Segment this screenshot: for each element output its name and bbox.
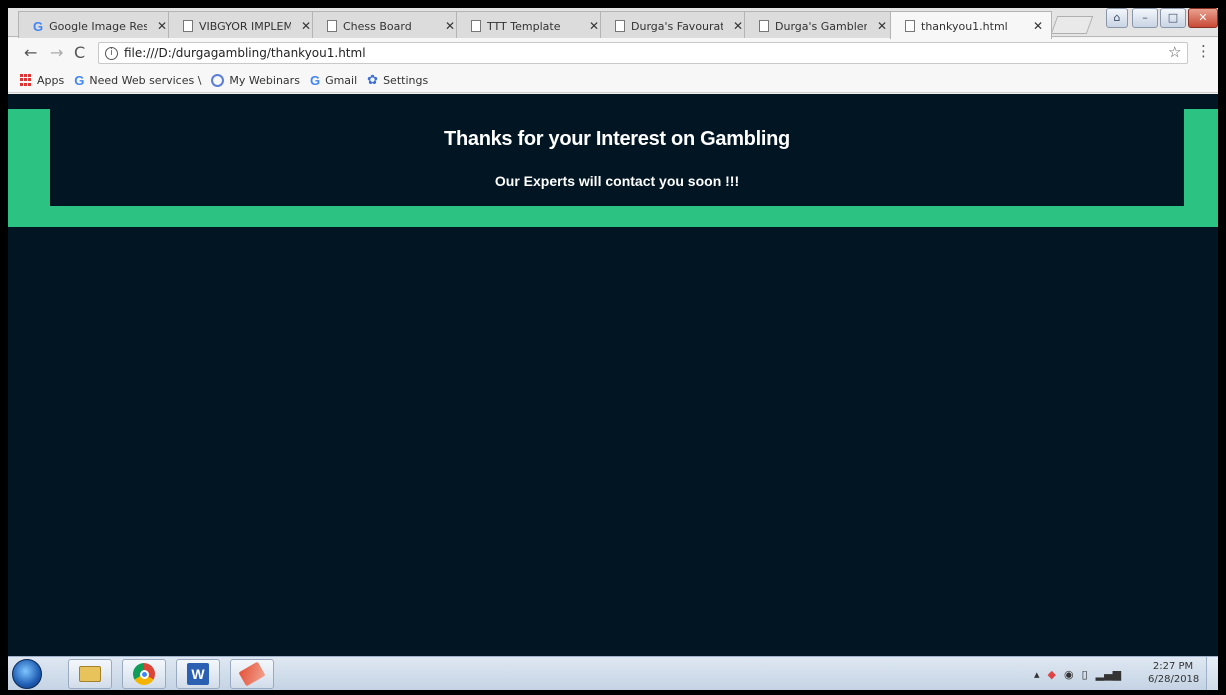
bookmark-star-icon[interactable]: ☆ <box>1168 43 1181 61</box>
forward-icon[interactable]: → <box>50 43 63 62</box>
page-icon <box>759 20 769 32</box>
tab-ttt-template[interactable]: TTT Template ✕ <box>456 11 608 38</box>
close-icon[interactable]: ✕ <box>301 19 311 33</box>
chrome-icon <box>133 663 155 685</box>
clock[interactable]: 2:27 PM 6/28/2018 <box>1148 660 1200 686</box>
taskbar-word[interactable]: W <box>176 659 220 689</box>
address-bar[interactable]: i file:///D:/durgagambling/thankyou1.htm… <box>98 42 1188 64</box>
tab-vibgyor[interactable]: VIBGYOR IMPLEMEN ✕ <box>168 11 320 38</box>
gear-icon: ✿ <box>367 72 379 88</box>
show-hidden-icons-icon[interactable]: ▴ <box>1034 668 1040 681</box>
network-signal-icon[interactable]: ▂▄▆ <box>1096 668 1121 681</box>
flag-icon[interactable]: ◆ <box>1048 668 1056 681</box>
taskbar-file-explorer[interactable] <box>68 659 112 689</box>
tab-strip: G Google Image Resul ✕ VIBGYOR IMPLEMEN ✕… <box>8 8 1218 39</box>
eraser-icon <box>238 661 266 687</box>
page-icon <box>615 20 625 32</box>
tab-chess-board[interactable]: Chess Board ✕ <box>312 11 464 38</box>
start-button[interactable] <box>12 659 42 689</box>
hero-band: Thanks for your Interest on Gambling Our… <box>8 109 1218 227</box>
tab-durgas-gamblers[interactable]: Durga's Gamblers G ✕ <box>744 11 896 38</box>
bookmark-need-web-services[interactable]: G Need Web services \ <box>74 73 201 88</box>
bookmark-my-webinars[interactable]: My Webinars <box>211 73 300 87</box>
maximize-button[interactable]: □ <box>1160 8 1186 28</box>
close-window-button[interactable]: ✕ <box>1188 8 1218 28</box>
tab-durgas-favourate[interactable]: Durga's Favourate F ✕ <box>600 11 752 38</box>
minimize-button[interactable]: – <box>1132 8 1158 28</box>
bookmark-label: Need Web services \ <box>89 73 202 87</box>
info-icon[interactable]: i <box>105 46 118 60</box>
bookmark-label: Apps <box>37 73 65 87</box>
tab-label: Durga's Gamblers G <box>775 19 867 33</box>
new-tab-button[interactable] <box>1050 16 1094 34</box>
page-icon <box>471 20 481 32</box>
windows-taskbar: W ▴ ◆ ◉ ▯ ▂▄▆ 2:27 PM 6/28/2018 <box>8 656 1218 690</box>
user-profile-button[interactable]: ⌂ <box>1106 8 1128 28</box>
tab-label: TTT Template <box>487 19 561 33</box>
tab-label: thankyou1.html <box>921 19 1008 33</box>
screen: G Google Image Resul ✕ VIBGYOR IMPLEMEN ✕… <box>0 0 1226 695</box>
taskbar-chrome[interactable] <box>122 659 166 689</box>
taskbar-eraser-app[interactable] <box>230 659 274 689</box>
page-icon <box>905 20 915 32</box>
volume-icon[interactable]: ◉ <box>1064 668 1074 681</box>
google-icon: G <box>33 18 44 34</box>
thank-you-box: Thanks for your Interest on Gambling Our… <box>50 109 1184 206</box>
browser-window: G Google Image Resul ✕ VIBGYOR IMPLEMEN ✕… <box>8 8 1218 690</box>
menu-icon[interactable]: ⋮ <box>1196 42 1211 60</box>
file-explorer-icon <box>79 666 101 682</box>
bookmark-label: My Webinars <box>229 73 300 87</box>
bookmark-apps[interactable]: Apps <box>20 74 64 87</box>
word-icon: W <box>187 663 209 685</box>
page-icon <box>327 20 337 32</box>
battery-icon[interactable]: ▯ <box>1082 668 1088 681</box>
bookmark-label: Gmail <box>325 73 358 87</box>
bookmark-gmail[interactable]: G Gmail <box>310 73 357 88</box>
close-icon[interactable]: ✕ <box>733 19 743 33</box>
tab-label: Chess Board <box>343 19 412 33</box>
reload-icon[interactable]: C <box>74 43 85 62</box>
close-icon[interactable]: ✕ <box>589 19 599 33</box>
close-icon[interactable]: ✕ <box>445 19 455 33</box>
tab-thankyou[interactable]: thankyou1.html ✕ <box>890 11 1052 39</box>
page-icon <box>183 20 193 32</box>
bookmark-label: Settings <box>383 73 429 87</box>
page-title: Thanks for your Interest on Gambling <box>444 128 790 150</box>
page-content: Thanks for your Interest on Gambling Our… <box>8 94 1218 656</box>
webinar-icon <box>211 73 225 87</box>
close-icon[interactable]: ✕ <box>877 19 887 33</box>
address-text: file:///D:/durgagambling/thankyou1.html <box>124 46 366 60</box>
tab-label: Durga's Favourate F <box>631 19 723 33</box>
close-icon[interactable]: ✕ <box>1033 19 1043 33</box>
clock-date: 6/28/2018 <box>1148 674 1200 685</box>
apps-icon <box>20 74 32 86</box>
tab-label: VIBGYOR IMPLEMEN <box>199 19 291 33</box>
page-subtitle: Our Experts will contact you soon !!! <box>494 173 740 189</box>
bookmarks-bar: Apps G Need Web services \ My Webinars G… <box>8 68 1218 93</box>
bookmark-settings[interactable]: ✿ Settings <box>367 73 428 88</box>
close-icon[interactable]: ✕ <box>157 19 167 33</box>
show-desktop-button[interactable] <box>1206 657 1218 690</box>
tab-google-image-results[interactable]: G Google Image Resul ✕ <box>18 11 176 38</box>
google-icon: G <box>309 72 321 88</box>
tab-label: Google Image Resul <box>49 19 147 33</box>
google-icon: G <box>74 72 85 88</box>
browser-toolbar: ← → C i file:///D:/durgagambling/thankyo… <box>8 38 1218 68</box>
system-tray: ▴ ◆ ◉ ▯ ▂▄▆ <box>1034 661 1121 687</box>
back-icon[interactable]: ← <box>24 43 37 62</box>
clock-time: 2:27 PM <box>1152 661 1194 672</box>
